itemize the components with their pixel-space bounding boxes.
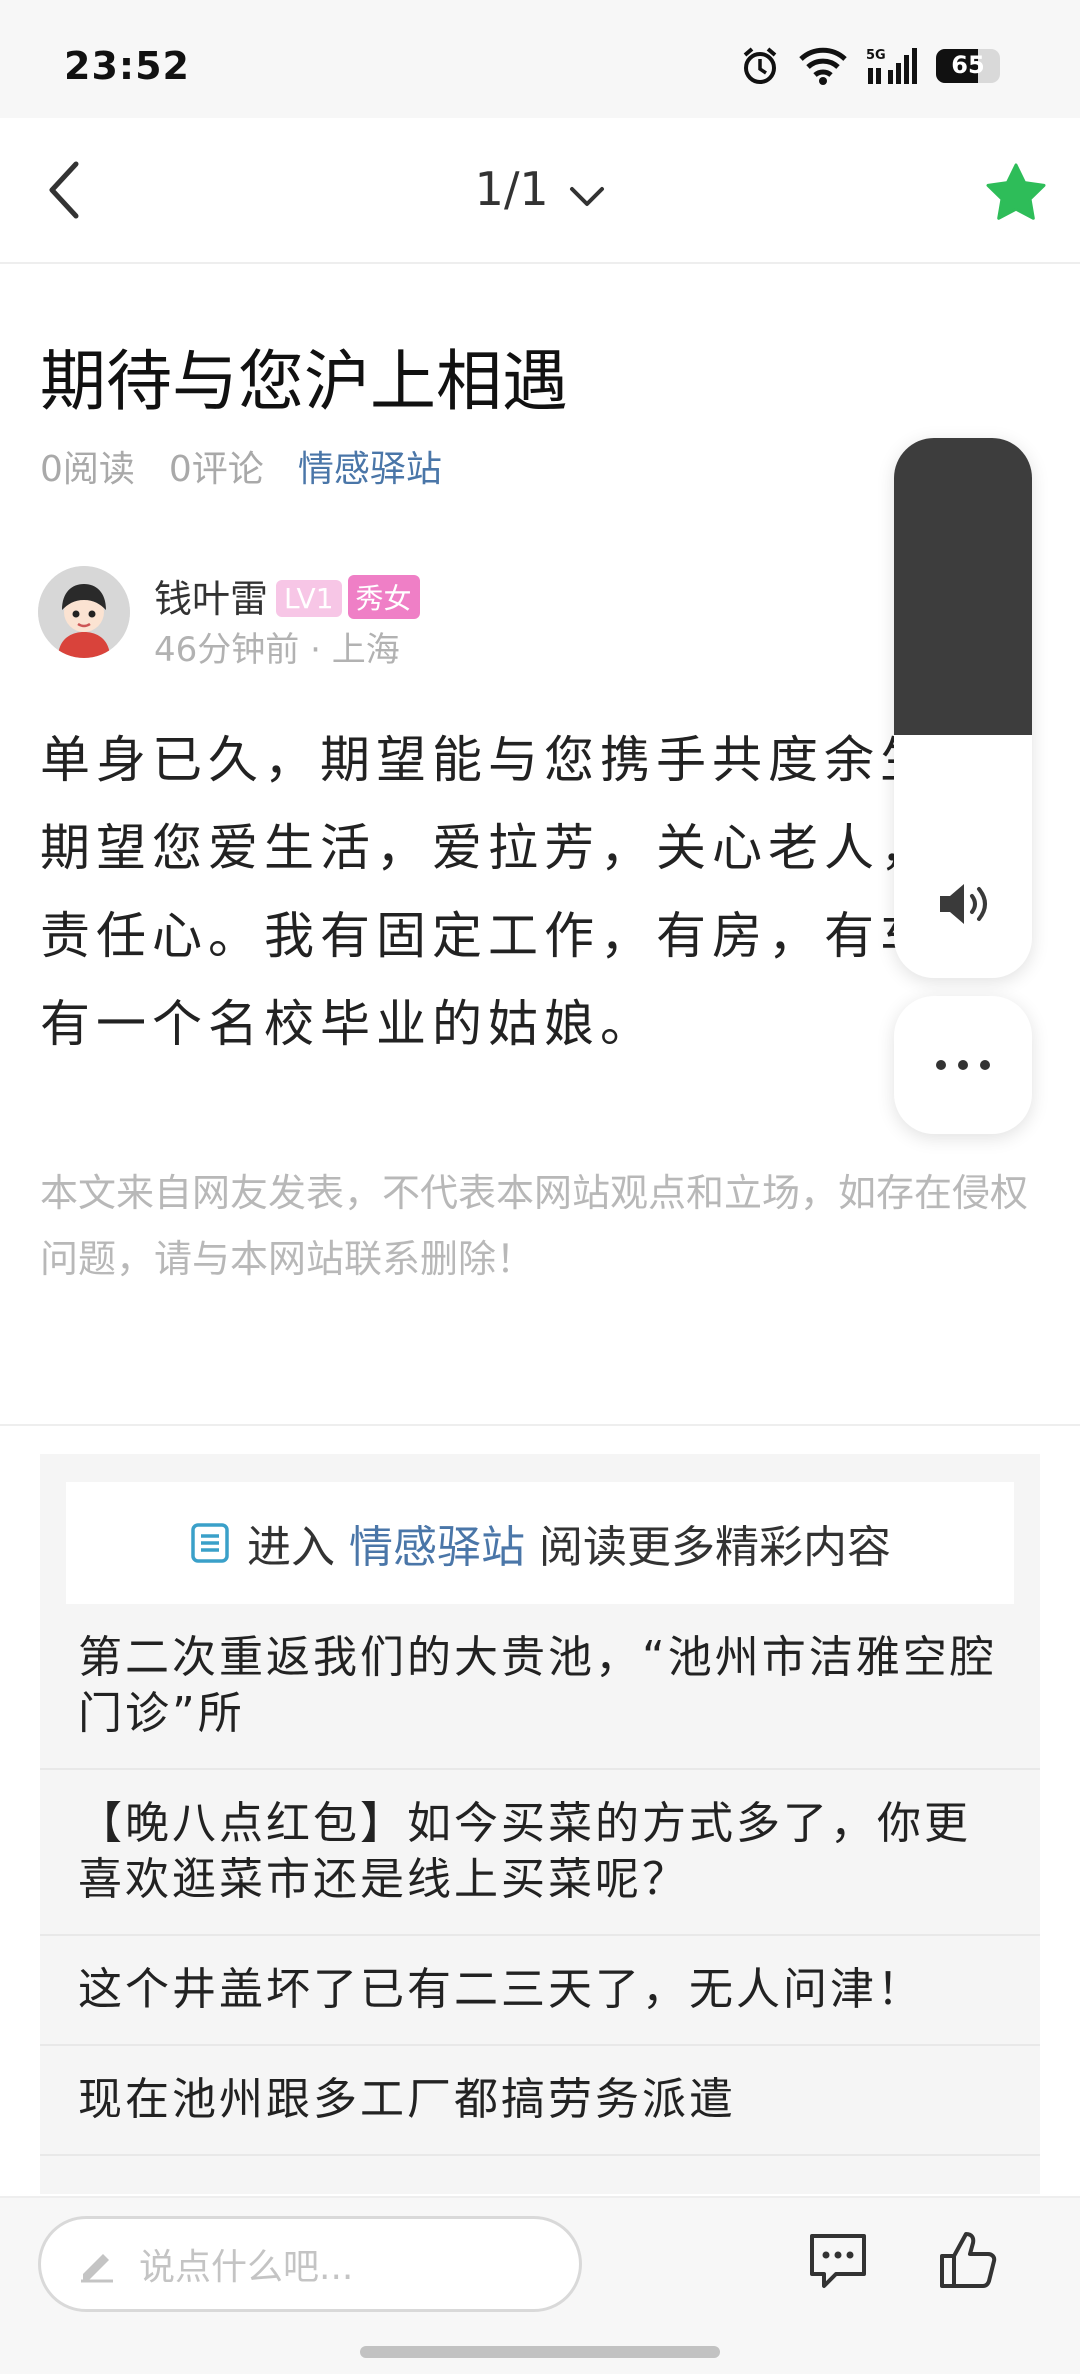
- comment-placeholder: 说点什么吧...: [139, 2247, 354, 2288]
- comment-icon: [810, 2234, 866, 2288]
- post-time: 46分钟前: [154, 630, 300, 670]
- article-body: 单身已久，期望能与您携手共度余生。期望您爱生活，爱拉芳，关心老人，有责任心。我有…: [40, 731, 992, 1053]
- category-link[interactable]: 情感驿站: [298, 440, 442, 492]
- comment-button[interactable]: [806, 2230, 870, 2296]
- alarm-icon: [740, 46, 780, 86]
- like-button[interactable]: [936, 2228, 1000, 2296]
- article-title: 期待与您沪上相遇: [40, 343, 568, 420]
- enter-prefix: 进入: [247, 1522, 335, 1573]
- avatar[interactable]: [38, 566, 130, 658]
- article-meta: 0阅读 0评论 情感驿站: [40, 440, 442, 492]
- enter-section-name: 情感驿站: [349, 1522, 525, 1573]
- thumbs-up-icon: [940, 2232, 997, 2288]
- related-list: 第二次重返我们的大贵池，“池州市洁雅空腔门诊”所 【晚八点红包】如今买菜的方式多…: [40, 1604, 1040, 2156]
- status-time: 23:52: [64, 44, 190, 88]
- related-section: 进入 情感驿站 阅读更多精彩内容 第二次重返我们的大贵池，“池州市洁雅空腔门诊”…: [40, 1454, 1040, 2194]
- status-icons: 5G 65: [740, 46, 1000, 86]
- post-location: 上海: [331, 630, 400, 670]
- document-icon: [191, 1523, 229, 1563]
- chevron-down-icon: [569, 166, 605, 220]
- bottom-bar: 说点什么吧...: [0, 2196, 1080, 2374]
- battery-level: 65: [951, 51, 985, 79]
- wifi-icon: [798, 47, 848, 85]
- section-divider: [0, 1424, 1080, 1426]
- enter-section-banner[interactable]: 进入 情感驿站 阅读更多精彩内容: [66, 1482, 1014, 1604]
- list-item[interactable]: 【晚八点红包】如今买菜的方式多了，你更喜欢逛菜市还是线上买菜呢？: [40, 1770, 1040, 1936]
- pencil-icon: [81, 2254, 113, 2283]
- list-item[interactable]: 第二次重返我们的大贵池，“池州市洁雅空腔门诊”所: [40, 1604, 1040, 1770]
- favorite-button[interactable]: [980, 156, 1052, 228]
- speaker-icon: [934, 874, 994, 938]
- battery-icon: 65: [936, 49, 1000, 83]
- star-icon: [986, 163, 1046, 220]
- network-label: 5G: [866, 48, 886, 63]
- author-name-row: 钱叶雷 LV1 秀女: [154, 568, 420, 623]
- level-badge: LV1: [276, 580, 342, 617]
- list-item[interactable]: 这个井盖坏了已有二三天了，无人问津！: [40, 1936, 1040, 2046]
- status-bar: 23:52 5G 65: [0, 0, 1080, 118]
- more-options-button[interactable]: [894, 996, 1032, 1134]
- comment-input[interactable]: 说点什么吧...: [38, 2216, 582, 2312]
- separator-dot: ·: [310, 630, 332, 670]
- volume-level: [894, 438, 1032, 735]
- page-indicator-label: 1/1: [474, 162, 549, 216]
- more-icon: [936, 1060, 990, 1070]
- nav-bar: 1/1: [0, 118, 1080, 264]
- author-name[interactable]: 钱叶雷: [154, 577, 268, 621]
- read-count: 0阅读: [40, 449, 135, 490]
- signal-icon: 5G: [866, 46, 918, 86]
- home-indicator[interactable]: [360, 2346, 720, 2358]
- title-badge: 秀女: [347, 575, 420, 619]
- page-selector[interactable]: 1/1: [0, 162, 1080, 220]
- post-info: 46分钟前 · 上海: [154, 622, 400, 671]
- disclaimer: 本文来自网友发表，不代表本网站观点和立场，如存在侵权问题，请与本网站联系删除！: [40, 1171, 1029, 1281]
- volume-slider[interactable]: [894, 438, 1032, 978]
- comment-count: 0评论: [168, 449, 264, 490]
- list-item[interactable]: 现在池州跟多工厂都搞劳务派遣: [40, 2046, 1040, 2156]
- enter-suffix: 阅读更多精彩内容: [539, 1522, 891, 1573]
